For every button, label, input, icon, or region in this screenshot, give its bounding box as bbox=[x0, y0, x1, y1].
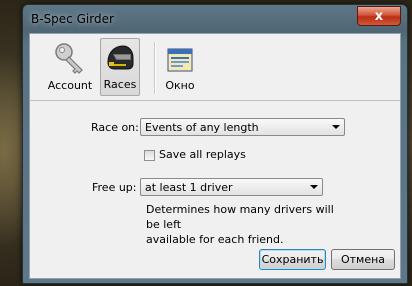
title-bar[interactable]: B-Spec Girder x bbox=[23, 5, 407, 33]
helmet-icon bbox=[107, 45, 134, 70]
key-icon bbox=[55, 43, 83, 74]
chevron-down-icon bbox=[310, 185, 318, 189]
close-icon: x bbox=[374, 8, 384, 24]
save-button[interactable]: Сохранить bbox=[259, 249, 326, 270]
cancel-button-label: Отмена bbox=[340, 253, 386, 266]
window-settings-icon bbox=[167, 48, 193, 72]
save-replays-label[interactable]: Save all replays bbox=[159, 148, 246, 161]
race-on-label: Race on: bbox=[91, 121, 139, 134]
free-up-description-line1: Determines how many drivers will be left bbox=[146, 203, 334, 231]
toolbar-separator bbox=[154, 42, 156, 94]
free-up-description: Determines how many drivers will be left… bbox=[146, 202, 346, 247]
free-up-label: Free up: bbox=[92, 181, 137, 194]
save-button-label: Сохранить bbox=[261, 253, 324, 266]
races-settings-panel: Race on: Events of any length Save all r… bbox=[30, 100, 400, 278]
tab-account[interactable]: Account bbox=[44, 38, 96, 96]
settings-window: B-Spec Girder x Account Races Окно Race … bbox=[22, 4, 408, 284]
tab-races-label: Races bbox=[103, 78, 137, 91]
tab-window-label: Окно bbox=[165, 79, 195, 92]
tab-races[interactable]: Races bbox=[100, 38, 140, 96]
window-title: B-Spec Girder bbox=[31, 12, 114, 26]
tab-window[interactable]: Окно bbox=[158, 38, 202, 96]
close-button[interactable]: x bbox=[357, 6, 401, 26]
toolbar: Account Races Окно bbox=[30, 34, 400, 101]
tab-account-label: Account bbox=[47, 79, 93, 92]
free-up-dropdown[interactable]: at least 1 driver bbox=[140, 178, 323, 196]
race-on-value: Events of any length bbox=[145, 121, 259, 134]
free-up-value: at least 1 driver bbox=[145, 181, 233, 194]
chevron-down-icon bbox=[332, 125, 340, 129]
save-replays-checkbox[interactable] bbox=[144, 150, 155, 161]
free-up-description-line2: available for each friend. bbox=[146, 233, 284, 246]
race-on-dropdown[interactable]: Events of any length bbox=[140, 118, 345, 136]
cancel-button[interactable]: Отмена bbox=[331, 249, 395, 270]
window-client-area: Account Races Окно Race on: Events of an… bbox=[29, 33, 401, 279]
